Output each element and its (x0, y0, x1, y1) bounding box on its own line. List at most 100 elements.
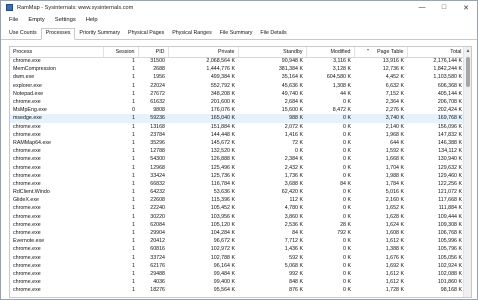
table-row[interactable]: chrome.exe 1 33724 102,788 K 592 K 0 K 1,676 K… (10, 254, 465, 262)
table-row[interactable]: chrome.exe 1 22240 105,452 K 4,780 K 0 K 1,652… (10, 204, 465, 212)
tab-priority-summary[interactable]: Priority Summary (75, 29, 124, 39)
table-cell: 28 K (340, 221, 351, 228)
table-row[interactable]: chrome.exe 1 60816 102,972 K 1,436 K 0 K 1,388… (10, 245, 465, 253)
table-cell: explorer.exe (13, 82, 42, 89)
table-cell: 1,652 K (385, 205, 404, 212)
vertical-scrollbar[interactable]: ▲ (463, 47, 471, 297)
menu-help[interactable]: Help (81, 17, 103, 23)
tab-processes[interactable]: Processes (40, 28, 76, 40)
menu-file[interactable]: File (4, 17, 23, 23)
table-cell: 112 K (289, 197, 303, 204)
table-cell: 105,120 K (210, 221, 235, 228)
header-row: Process Session PID Private Standby Modi… (10, 47, 466, 58)
table-cell: 12968 (150, 164, 165, 171)
table-row[interactable]: RdClient.Windo 1 64232 53,636 K 62,420 K 0 K 5… (10, 188, 465, 196)
table-cell: 876 K (289, 287, 303, 294)
table-row[interactable]: chrome.exe 1 13168 151,884 K 2,072 K 0 K 2,140… (10, 123, 465, 131)
table-cell: 13168 (150, 123, 165, 130)
table-row[interactable]: chrome.exe 1 66832 116,784 K 3,688 K 84 K 1,78… (10, 180, 465, 188)
table-row[interactable]: chrome.exe 1 12968 125,496 K 2,432 K 0 K 1,704… (10, 163, 465, 171)
tab-physical-pages[interactable]: Physical Pages (124, 29, 168, 39)
column-header-process[interactable]: Process (10, 47, 104, 58)
table-cell: 44 K (340, 90, 351, 97)
table-cell: 102,088 K (437, 270, 462, 277)
table-row[interactable]: chrome.exe 1 29904 104,284 K 84 K 792 K 1,608 … (10, 229, 465, 237)
table-row[interactable]: chrome.exe 1 62176 96,164 K 5,068 K 0 K 1,692 … (10, 262, 465, 270)
table-cell: 59236 (138, 114, 168, 123)
table-row[interactable]: chrome.exe 1 18276 95,564 K 876 K 0 K 1,728 K 9… (10, 286, 465, 294)
table-row[interactable]: chrome.exe 1 12788 132,520 K 0 K 0 K 1,592 K 13… (10, 147, 465, 155)
menu-empty[interactable]: Empty (23, 17, 49, 23)
table-cell: 3,128 K (332, 66, 351, 73)
table-cell: 1,988 K (385, 172, 404, 179)
column-header-private[interactable]: Private (168, 47, 239, 58)
table-row[interactable]: chrome.exe 1 33424 125,736 K 1,736 K 0 K 1,988… (10, 172, 465, 180)
table-cell: 146,388 K (437, 139, 462, 146)
column-header-total[interactable]: Total (407, 47, 466, 58)
table-row[interactable]: Evernote.exe 1 20412 96,672 K 7,712 K 0 K 1,61… (10, 237, 465, 245)
table-cell: 1,628 K (385, 213, 404, 220)
table-cell: 0 K (343, 270, 351, 277)
table-cell: 1,436 K (284, 246, 303, 253)
table-cell: 348,208 K (210, 90, 235, 97)
table-cell: 31500 (150, 58, 165, 65)
table-cell: dwm.exe (13, 74, 35, 81)
column-header-standby[interactable]: Standby (238, 47, 307, 58)
table-cell: chrome.exe (13, 270, 41, 277)
close-button[interactable]: ✕ (455, 1, 477, 14)
table-row[interactable]: RAMMap64.exe 1 35296 145,672 K 72 K 0 K 644 K 1… (10, 139, 465, 147)
table-cell: 20412 (150, 238, 165, 245)
column-header-session[interactable]: Session (103, 47, 139, 58)
tab-file-details[interactable]: File Details (256, 29, 290, 39)
table-cell: 7,712 K (284, 238, 303, 245)
table-row[interactable]: chrome.exe 1 23784 144,448 K 1,416 K 0 K 1,968… (10, 131, 465, 139)
table-cell: 1 (103, 114, 138, 123)
table-row[interactable]: chrome.exe 1 29488 99,484 K 992 K 0 K 1,612 K 1… (10, 270, 465, 278)
table-cell: chrome.exe (13, 180, 41, 187)
title-bar[interactable]: RamMap - Sysinternals: www.sysinternals.… (1, 1, 477, 14)
table-cell: 1,444,776 K (206, 66, 235, 73)
tab-physical-ranges[interactable]: Physical Ranges (168, 29, 215, 39)
column-header-modified[interactable]: Modified (306, 47, 355, 58)
table-row[interactable]: Notepad.exe 1 27672 348,208 K 49,740 K 44 K 7,… (10, 90, 465, 98)
table-cell: 2,140 K (385, 123, 404, 130)
table-row[interactable]: GlideX.exe 1 22608 115,396 K 112 K 0 K 2,160 K… (10, 196, 465, 204)
process-list[interactable]: Process Session PID Private Standby Modi… (9, 46, 472, 298)
table-row[interactable]: chrome.exe 1 30220 103,956 K 3,860 K 0 K 1,628… (10, 213, 465, 221)
table-row[interactable]: chrome.exe 1 54300 126,888 K 2,384 K 0 K 1,668… (10, 155, 465, 163)
table-cell: 109,308 K (437, 221, 462, 228)
minimize-button[interactable]: — (411, 1, 433, 14)
maximize-button[interactable]: □ (433, 1, 455, 14)
table-cell: MsMpEng.exe (13, 107, 47, 114)
column-header-page-table[interactable]: Page Table (354, 47, 408, 58)
table-row[interactable]: chrome.exe 1 4036 99,400 K 848 K 0 K 1,612 K 10… (10, 278, 465, 286)
table-cell: 2,384 K (284, 156, 303, 163)
table-row[interactable]: MsMpEng.exe 0 9808 176,076 K 15,600 K 8,472 K… (10, 106, 465, 114)
table-row[interactable]: chrome.exe 1 31500 2,068,564 K 90,948 K 3,116… (10, 57, 465, 65)
table-cell: 33724 (150, 254, 165, 261)
column-header-pid[interactable]: PID (138, 47, 169, 58)
table-row[interactable]: chrome.exe 1 62084 105,120 K 2,536 K 28 K 1,62… (10, 221, 465, 229)
table-cell: chrome.exe (13, 230, 41, 237)
table-row[interactable]: chrome.exe 1 61632 201,600 K 2,684 K 0 K 2,364… (10, 98, 465, 106)
scroll-up-arrow-icon[interactable]: ▲ (464, 47, 471, 55)
table-cell: 145,672 K (210, 139, 235, 146)
table-row[interactable]: MemCompression 1 2688 1,444,776 K 381,384 K 3… (10, 65, 465, 73)
table-cell: 2,068,564 K (206, 58, 235, 65)
scroll-thumb[interactable] (466, 57, 470, 87)
table-row[interactable]: msedge.exe 1 59236 165,040 K 988 K0 K 3,740 K… (10, 114, 465, 123)
table-cell: 0 K (343, 164, 351, 171)
table-cell: 644 K (390, 139, 404, 146)
table-cell: 1,704 K (385, 164, 404, 171)
tab-file-summary[interactable]: File Summary (216, 29, 257, 39)
table-row[interactable]: dwm.exe 1 1956 499,384 K 35,164 K 604,580 K 4,… (10, 73, 465, 81)
table-cell: chrome.exe (13, 164, 41, 171)
table-cell: 1 (132, 205, 135, 212)
table-cell: 109,444 K (437, 213, 462, 220)
table-cell: 33424 (150, 172, 165, 179)
menu-settings[interactable]: Settings (50, 17, 81, 23)
table-row[interactable]: explorer.exe 1 22024 552,792 K 45,636 K 1,308… (10, 82, 465, 90)
table-cell: 132,520 K (210, 148, 235, 155)
tab-use-counts[interactable]: Use Counts (5, 29, 41, 39)
table-cell: chrome.exe (13, 213, 41, 220)
